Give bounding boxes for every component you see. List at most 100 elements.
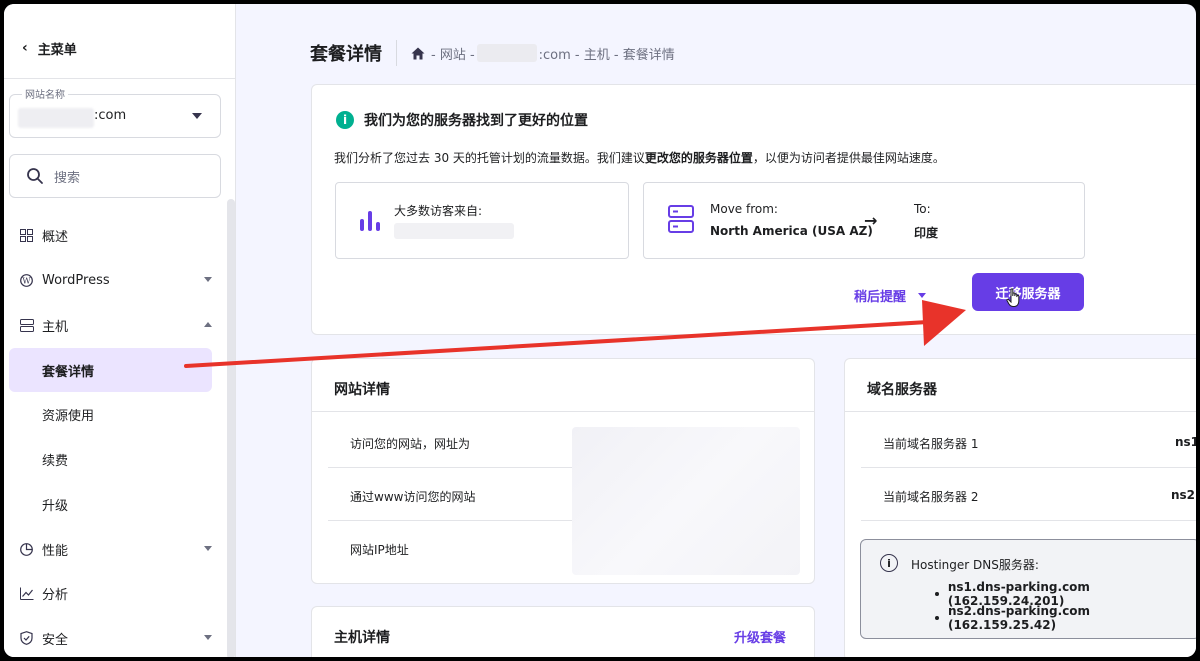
upgrade-plan-link[interactable]: 升级套餐 (734, 627, 786, 646)
shield-icon (20, 631, 42, 645)
sidebar-item-resource-usage[interactable]: 资源使用 (4, 392, 230, 436)
nameservers-title: 域名服务器 (867, 382, 937, 398)
alert-desc-post: ，以便为访问者提供最佳网站速度。 (752, 151, 945, 165)
sidebar-item-upgrade[interactable]: 升级 (4, 482, 230, 526)
ns1-value: ns1 (1175, 435, 1196, 449)
search-icon (27, 168, 43, 184)
sidebar-item-label: 主机 (42, 319, 69, 335)
alert-description: 我们分析了您过去 30 天的托管计划的流量数据。我们建议更改您的服务器位置，以便… (334, 149, 945, 166)
hostinger-dns-info: i Hostinger DNS服务器: ns1.dns-parking.com … (860, 539, 1196, 639)
sidebar-item-label: 安全 (42, 632, 69, 648)
back-label: 主菜单 (37, 42, 77, 58)
alert-title-text: 我们为您的服务器找到了更好的位置 (364, 113, 588, 129)
sidebar-scrollbar[interactable] (227, 199, 235, 657)
back-to-main-menu[interactable]: ‹ 主菜单 (22, 38, 77, 58)
svg-text:W: W (22, 276, 31, 285)
move-from-value: North America (USA AZ) (710, 224, 873, 238)
home-icon[interactable] (411, 47, 425, 60)
ns2-label: 当前域名服务器 2 (883, 490, 979, 504)
sidebar-item-wordpress[interactable]: W WordPress (4, 258, 230, 302)
site-www-label: 通过www访问您的网站 (350, 490, 476, 504)
arrow-right-icon: → (864, 211, 878, 230)
chevron-down-icon (204, 546, 212, 551)
app-window: ‹ 主菜单 网站名称 :com 搜索 概述 W WordPress 主机 套餐详… (4, 4, 1196, 657)
hosting-details-title: 主机详情 (334, 630, 390, 646)
page-header: 套餐详情 - 网站 - :com - 主机 - 套餐详情 (310, 38, 675, 68)
nameservers-card: 域名服务器 当前域名服务器 1 ns1 当前域名服务器 2 ns2 i Host… (844, 358, 1196, 657)
chevron-down-icon (204, 635, 212, 640)
site-details-card: 网站详情 访问您的网站，网址为 通过www访问您的网站 网站IP地址 (311, 358, 815, 584)
to-label: To: (914, 202, 931, 216)
alert-desc-bold: 更改您的服务器位置 (644, 151, 753, 165)
blurred-location (394, 223, 514, 239)
sidebar-item-label: 分析 (42, 587, 69, 603)
server-icon (668, 205, 694, 233)
sidebar-item-overview[interactable]: 概述 (4, 213, 230, 257)
sidebar-item-label: 资源使用 (42, 408, 95, 424)
caret-down-icon (192, 113, 202, 119)
remind-later-label: 稍后提醒 (854, 290, 907, 305)
hostinger-ns2-text: ns2.dns-parking.com (162.159.25.42) (947, 604, 1091, 632)
hand-cursor-icon (1006, 288, 1020, 307)
site-ip-label: 网站IP地址 (350, 543, 409, 557)
sidebar-item-label: 性能 (42, 543, 69, 559)
sidebar-item-performance[interactable]: 性能 (4, 527, 230, 571)
alert-desc-pre: 我们分析了您过去 30 天的托管计划的流量数据。我们建议 (334, 151, 645, 165)
site-select[interactable]: 网站名称 :com (9, 86, 221, 138)
sidebar-item-security[interactable]: 安全 (4, 616, 230, 657)
divider (328, 520, 574, 521)
grid-icon (20, 228, 42, 242)
divider (312, 411, 814, 412)
breadcrumb-rest[interactable]: :com - 主机 - 套餐详情 (539, 44, 675, 63)
ns2-value: ns2 (1171, 488, 1196, 502)
divider (4, 78, 236, 79)
divider (861, 467, 1196, 468)
pie-chart-icon (20, 542, 42, 556)
alert-title: i 我们为您的服务器找到了更好的位置 (336, 110, 588, 130)
trend-icon (20, 587, 42, 600)
sidebar-item-label: WordPress (42, 272, 110, 288)
sidebar-item-label: 套餐详情 (42, 364, 95, 380)
bullet (935, 616, 939, 620)
server-icon (20, 318, 42, 332)
chevron-left-icon: ‹ (22, 40, 28, 56)
sidebar-item-label: 概述 (42, 229, 69, 245)
divider (396, 40, 397, 66)
page-title: 套餐详情 (310, 44, 382, 65)
wordpress-icon: W (20, 273, 42, 287)
remind-later-button[interactable]: 稍后提醒 (854, 286, 927, 305)
sidebar-item-hosting[interactable]: 主机 (4, 303, 230, 347)
divider (861, 520, 1196, 521)
move-server-card: Move from: North America (USA AZ) → To: … (643, 182, 1085, 259)
chevron-down-icon (204, 277, 212, 282)
chevron-up-icon (204, 322, 212, 327)
sidebar-item-renew[interactable]: 续费 (4, 437, 230, 481)
site-details-title: 网站详情 (334, 382, 390, 398)
sidebar-item-label: 升级 (42, 498, 69, 514)
info-icon: i (336, 111, 354, 129)
to-value: 印度 (914, 226, 939, 240)
visitors-label: 大多数访客来自: (394, 204, 483, 218)
info-icon: i (880, 554, 898, 572)
search-input[interactable]: 搜索 (9, 154, 221, 198)
hostinger-dns-title: Hostinger DNS服务器: (911, 558, 1039, 572)
blurred-values (572, 427, 800, 575)
bullet (935, 592, 939, 596)
sidebar: ‹ 主菜单 网站名称 :com 搜索 概述 W WordPress 主机 套餐详… (4, 4, 236, 657)
blurred-domain (18, 108, 94, 128)
move-from-label: Move from: (710, 202, 778, 216)
breadcrumb: - 网站 - :com - 主机 - 套餐详情 (411, 44, 675, 63)
divider (845, 411, 1196, 412)
site-select-value: :com (94, 108, 127, 123)
divider (328, 467, 574, 468)
blurred-domain (476, 44, 537, 62)
search-placeholder: 搜索 (54, 170, 81, 186)
hosting-details-card: 主机详情 升级套餐 (311, 606, 815, 657)
migrate-server-button[interactable]: 迁移服务器 (972, 273, 1084, 311)
breadcrumb-sites[interactable]: - 网站 - (431, 44, 475, 63)
sidebar-item-analytics[interactable]: 分析 (4, 571, 230, 615)
sidebar-item-plan-details[interactable]: 套餐详情 (9, 348, 212, 392)
hostinger-ns2: ns2.dns-parking.com (162.159.25.42) (935, 604, 1196, 632)
sidebar-item-label: 续费 (42, 453, 69, 469)
server-location-alert: i 我们为您的服务器找到了更好的位置 我们分析了您过去 30 天的托管计划的流量… (311, 84, 1196, 335)
